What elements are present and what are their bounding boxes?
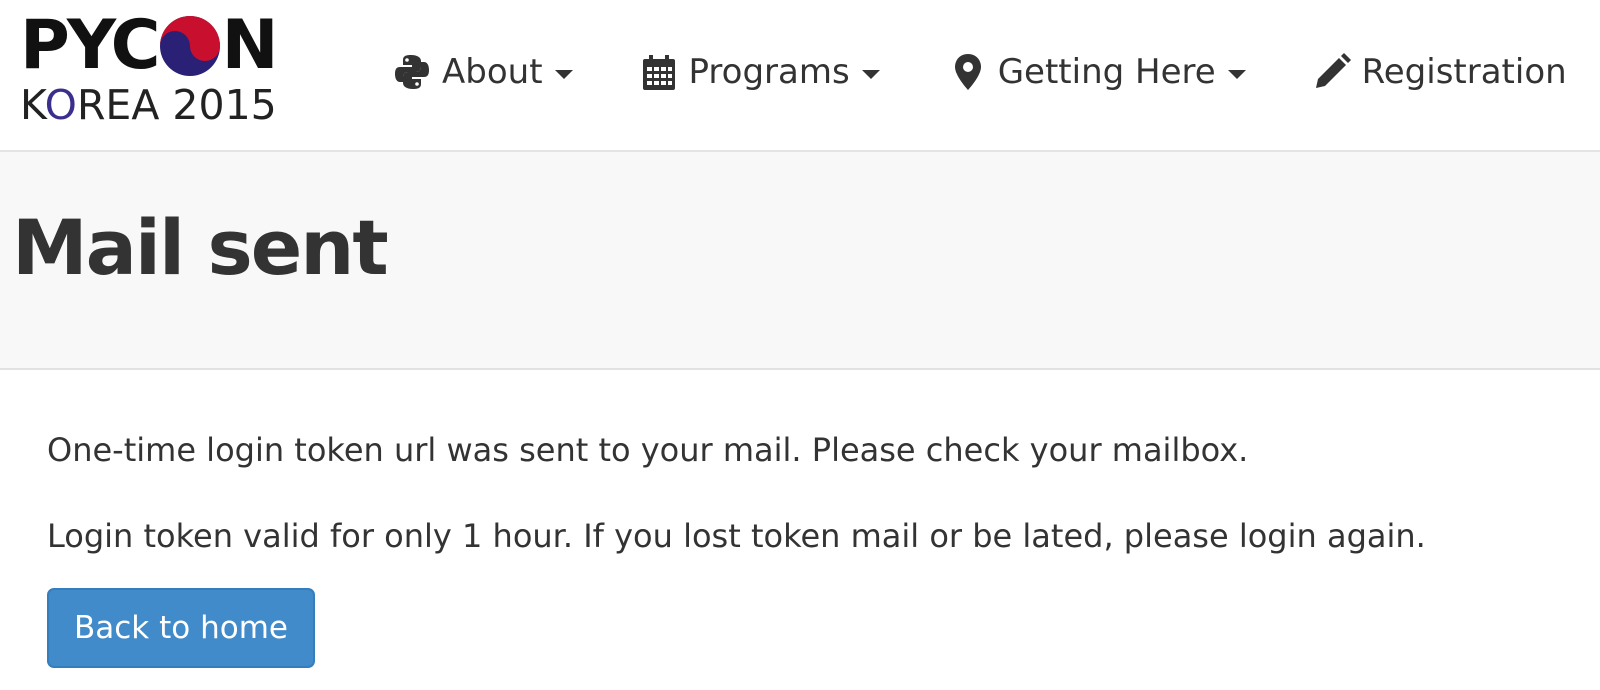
- nav-label-about: About: [442, 52, 543, 92]
- back-to-home-button[interactable]: Back to home: [47, 588, 315, 668]
- nav-item-programs[interactable]: Programs: [639, 44, 880, 100]
- pycon-korea-logo[interactable]: PYC N KOREA 2015: [18, 10, 298, 130]
- nav-item-getting-here[interactable]: Getting Here: [948, 44, 1246, 100]
- nav-item-about[interactable]: About: [392, 44, 573, 100]
- python-icon: [395, 55, 429, 89]
- nav-label-programs: Programs: [688, 52, 850, 92]
- taegeuk-icon: [159, 16, 220, 76]
- token-validity-message: Login token valid for only 1 hour. If yo…: [47, 517, 1426, 555]
- map-marker-icon: [954, 54, 981, 90]
- chevron-down-icon: [1227, 69, 1246, 79]
- logo-wordmark: PYC N: [20, 6, 278, 85]
- pencil-icon: [1315, 53, 1351, 88]
- nav-label-getting-here: Getting Here: [997, 52, 1216, 92]
- calendar-icon: [642, 55, 675, 90]
- nav-label-registration: Registration: [1361, 52, 1567, 92]
- chevron-down-icon: [861, 69, 880, 79]
- logo-subtitle: KOREA 2015: [20, 81, 277, 129]
- navbar: PYC N KOREA 2015 About Programs Getting …: [0, 0, 1600, 152]
- page-title: Mail sent: [12, 203, 389, 292]
- page-header: Mail sent: [0, 152, 1600, 370]
- nav-item-registration[interactable]: Registration: [1312, 44, 1567, 100]
- chevron-down-icon: [554, 69, 573, 79]
- mail-sent-message: One-time login token url was sent to you…: [47, 431, 1249, 469]
- main-nav: About Programs Getting Here Registration: [392, 44, 1567, 100]
